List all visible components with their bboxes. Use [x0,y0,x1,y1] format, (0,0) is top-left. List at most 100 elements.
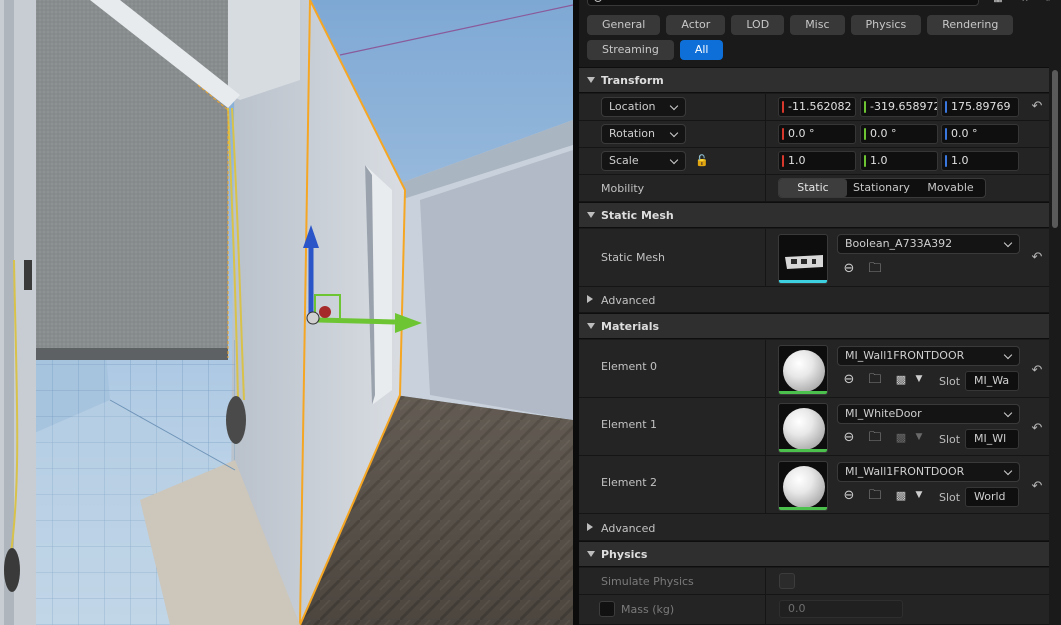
mass-row: Mass (kg) 0.0 [579,595,1049,625]
scale-row: Scale 🔓 1.0 1.0 1.0 [579,148,1049,175]
mass-override-checkbox[interactable] [599,601,615,617]
filter-actor-button[interactable]: Actor [666,15,726,35]
material-0-asset-dropdown[interactable]: MI_Wall1FRONTDOOR [837,346,1020,366]
collapse-arrow-icon [587,551,595,557]
material-1-thumbnail[interactable] [778,403,828,453]
materials-section-header[interactable]: Materials [579,313,1049,339]
rotation-y-field[interactable]: 0.0 ° [860,124,938,144]
material-0-slot-field[interactable]: MI_Wa [965,371,1019,391]
mesh-preview-icon [785,255,823,269]
static-mesh-thumbnail[interactable] [778,234,828,284]
favorites-star-icon[interactable]: ★ [1019,0,1031,4]
expand-arrow-icon [587,295,593,303]
reset-to-default-icon[interactable]: ↶ [1030,364,1044,378]
collapse-arrow-icon [587,77,595,83]
material-element-1-row: Element 1 MI_WhiteDoor ⊖ 🗀 ▩ ▼ Slot MI_W… [579,398,1049,456]
location-mode-dropdown[interactable]: Location [601,97,686,117]
chevron-down-icon [669,155,679,165]
transform-section-header[interactable]: Transform [579,67,1049,93]
scale-y-field[interactable]: 1.0 [860,151,938,171]
details-scrollbar[interactable] [1049,68,1061,625]
material-2-asset-dropdown[interactable]: MI_Wall1FRONTDOOR [837,462,1020,482]
settings-gear-icon[interactable]: ✹ [1042,0,1054,4]
details-panel: ▦ ★ ✹ General Actor LOD Misc Physics Ren… [579,0,1061,625]
reset-to-default-icon[interactable]: ↶ [1030,480,1044,494]
mobility-static-option[interactable]: Static [779,179,847,197]
collapse-arrow-icon [587,323,595,329]
filter-general-button[interactable]: General [587,15,661,35]
rotation-z-field[interactable]: 0.0 ° [941,124,1019,144]
level-viewport[interactable] [0,0,573,625]
use-selected-asset-icon[interactable]: ⊖ [841,261,857,277]
mobility-row: Mobility Static Stationary Movable [579,175,1049,202]
chevron-down-icon: ▼ [915,432,923,442]
material-2-slot-field[interactable]: World [965,487,1019,507]
rotation-mode-dropdown[interactable]: Rotation [601,124,686,144]
scale-z-field[interactable]: 1.0 [941,151,1019,171]
chevron-down-icon[interactable]: ▼ [911,487,927,503]
mass-field[interactable]: 0.0 [779,600,903,618]
material-options-checker-icon[interactable]: ▩ [893,372,909,388]
chevron-down-icon[interactable]: ▼ [911,371,927,387]
viewport-scene [0,0,573,625]
simulate-physics-checkbox[interactable] [779,573,795,589]
rotation-x-field[interactable]: 0.0 ° [778,124,856,144]
scale-x-field[interactable]: 1.0 [778,151,856,171]
chevron-down-icon [669,128,679,138]
use-selected-asset-icon[interactable]: ⊖ [841,372,857,388]
mobility-movable-option[interactable]: Movable [916,179,985,197]
search-input[interactable] [587,0,979,6]
location-y-field[interactable]: -319.658972 [860,97,938,117]
chevron-down-icon [1003,466,1013,476]
reset-to-default-icon[interactable]: ↶ [1030,422,1044,436]
material-options-checker-icon[interactable]: ▩ [893,488,909,504]
material-2-thumbnail[interactable] [778,461,828,511]
static-mesh-section-header[interactable]: Static Mesh [579,202,1049,228]
filter-misc-button[interactable]: Misc [790,15,845,35]
use-selected-asset-icon[interactable]: ⊖ [841,488,857,504]
browse-to-asset-icon[interactable]: 🗀 [867,488,883,504]
reset-to-default-icon[interactable]: ↶ [1030,100,1044,114]
lock-icon[interactable]: 🔓 [694,153,710,169]
filter-rendering-button[interactable]: Rendering [927,15,1014,35]
collapse-arrow-icon [587,212,595,218]
reset-to-default-icon[interactable]: ↶ [1030,251,1044,265]
mobility-toggle: Static Stationary Movable [778,178,986,198]
material-options-checker-icon: ▩ [895,431,907,444]
chevron-down-icon [1003,408,1013,418]
chevron-down-icon [669,101,679,111]
rotation-row: Rotation 0.0 ° 0.0 ° 0.0 ° [579,121,1049,148]
property-matrix-icon[interactable]: ▦ [992,0,1004,4]
material-element-0-row: Element 0 MI_Wall1FRONTDOOR ⊖ 🗀 ▩ ▼ Slot… [579,340,1049,398]
expand-arrow-icon [587,523,593,531]
location-row: Location -11.562082 -319.658972 175.8976… [579,94,1049,121]
use-selected-asset-icon[interactable]: ⊖ [841,430,857,446]
location-x-field[interactable]: -11.562082 [778,97,856,117]
category-filter-row-2: Streaming All [587,40,724,62]
filter-lod-button[interactable]: LOD [731,15,785,35]
filter-physics-button[interactable]: Physics [850,15,922,35]
category-filter-row-1: General Actor LOD Misc Physics Rendering [587,15,1014,37]
physics-section-header[interactable]: Physics [579,541,1049,567]
search-bar-area: ▦ ★ ✹ [579,0,1061,10]
browse-to-asset-icon[interactable]: 🗀 [867,430,883,446]
material-1-slot-field[interactable]: MI_Wl [965,429,1019,449]
location-z-field[interactable]: 175.89769 [941,97,1019,117]
material-0-thumbnail[interactable] [778,345,828,395]
chevron-down-icon [1003,350,1013,360]
static-mesh-row: Static Mesh Boolean_A733A392 ⊖ 🗀 ↶ [579,229,1049,287]
material-element-2-row: Element 2 MI_Wall1FRONTDOOR ⊖ 🗀 ▩ ▼ Slot… [579,456,1049,514]
material-1-asset-dropdown[interactable]: MI_WhiteDoor [837,404,1020,424]
mobility-stationary-option[interactable]: Stationary [847,179,916,197]
static-mesh-asset-dropdown[interactable]: Boolean_A733A392 [837,234,1020,254]
simulate-physics-row: Simulate Physics [579,568,1049,595]
filter-streaming-button[interactable]: Streaming [587,40,674,60]
chevron-down-icon [1003,238,1013,248]
filter-all-button[interactable]: All [679,40,724,60]
materials-advanced-row[interactable]: Advanced [579,514,1049,541]
scale-mode-dropdown[interactable]: Scale [601,151,686,171]
static-mesh-advanced-row[interactable]: Advanced [579,287,1049,313]
search-icon [594,0,602,2]
browse-to-asset-icon[interactable]: 🗀 [867,372,883,388]
browse-to-asset-icon[interactable]: 🗀 [867,261,883,277]
